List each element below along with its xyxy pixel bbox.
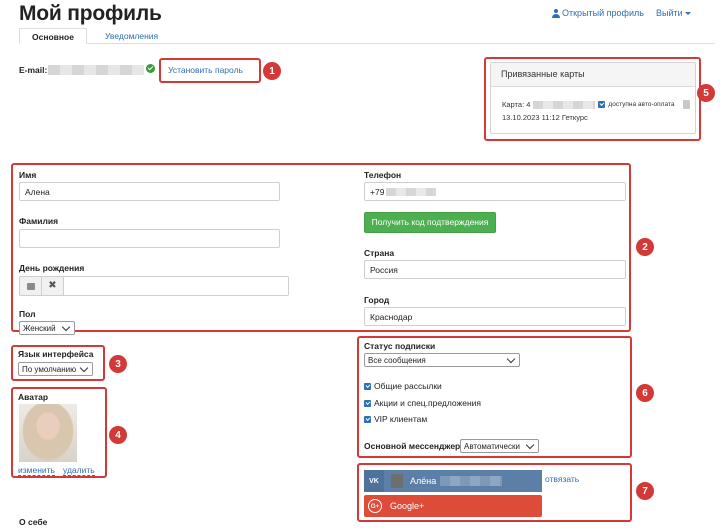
checkbox-icon[interactable] xyxy=(364,399,371,407)
chevron-down-icon xyxy=(525,440,535,449)
logout-label: Выйти xyxy=(656,8,683,18)
vk-name-redacted xyxy=(440,476,503,486)
subscription-option-label: Акции и спец.предложения xyxy=(374,398,482,408)
set-password-link[interactable]: Установить пароль xyxy=(168,65,243,75)
subscription-option-label: VIP клиентам xyxy=(374,414,428,424)
subscription-label: Статус подписки xyxy=(364,341,436,351)
tab-main[interactable]: Основное xyxy=(19,28,87,44)
avatar-image xyxy=(19,404,77,462)
subscription-option[interactable]: Акции и спец.предложения xyxy=(364,398,481,408)
tab-notifications[interactable]: Уведомления xyxy=(93,28,170,44)
name-input[interactable]: Алена xyxy=(19,182,280,201)
chevron-down-icon xyxy=(79,363,89,372)
avatar-change-link[interactable]: изменить xyxy=(18,465,55,476)
google-plus-button[interactable]: G+ Google+ xyxy=(364,495,542,517)
city-input[interactable]: Краснодар xyxy=(364,307,626,326)
unlink-vk-link[interactable]: отвязать xyxy=(545,474,579,484)
interface-language-select[interactable]: По умолчанию xyxy=(18,362,93,376)
messenger-select[interactable]: Автоматически xyxy=(460,439,539,453)
phone-prefix: +79 xyxy=(370,186,385,197)
user-icon xyxy=(552,8,560,18)
google-plus-label: Google+ xyxy=(390,501,425,511)
trash-icon[interactable] xyxy=(683,100,691,109)
badge-1: 1 xyxy=(263,62,281,80)
logout-dropdown[interactable]: Выйти xyxy=(656,8,691,18)
surname-input[interactable] xyxy=(19,229,280,248)
badge-3: 3 xyxy=(109,355,127,373)
subscription-option-label: Общие рассылки xyxy=(374,381,442,391)
open-profile-label: Открытый профиль xyxy=(562,8,644,18)
autopay-checkbox[interactable] xyxy=(598,101,606,108)
phone-input[interactable]: +79 xyxy=(364,182,626,201)
surname-label: Фамилия xyxy=(19,216,59,226)
checkbox-icon[interactable] xyxy=(364,382,371,390)
subscription-select[interactable]: Все сообщения xyxy=(364,353,520,367)
subscription-option[interactable]: VIP клиентам xyxy=(364,414,427,424)
badge-7: 7 xyxy=(636,482,654,500)
vk-icon: VK xyxy=(364,470,384,492)
page-title: Мой профиль xyxy=(19,2,162,25)
card-row: Карта: 4 доступна авто-оплата xyxy=(502,100,691,109)
name-label: Имя xyxy=(19,170,37,180)
verified-check-icon xyxy=(146,64,155,73)
badge-2: 2 xyxy=(636,238,654,256)
interface-language-label: Язык интерфейса xyxy=(18,349,94,359)
get-code-button[interactable]: Получить код подтверждения xyxy=(364,212,496,233)
clear-date-button[interactable]: ✖ xyxy=(41,276,64,296)
birthday-label: День рождения xyxy=(19,263,85,273)
google-plus-icon: G+ xyxy=(368,499,382,513)
city-label: Город xyxy=(364,295,390,305)
card-date: 13.10.2023 11:12 Геткурс xyxy=(502,113,588,122)
birthday-input[interactable] xyxy=(63,276,289,296)
country-label: Страна xyxy=(364,248,395,258)
vk-avatar xyxy=(391,474,403,488)
avatar-label: Аватар xyxy=(18,392,49,402)
messenger-label: Основной мессенджер xyxy=(364,441,461,451)
gender-value: Женский xyxy=(23,323,56,333)
email-value-redacted xyxy=(48,65,144,75)
phone-label: Телефон xyxy=(364,170,402,180)
badge-6: 6 xyxy=(636,384,654,402)
phone-redacted xyxy=(386,187,437,196)
vk-name: Алёна xyxy=(410,476,437,486)
linked-cards-title: Привязанные карты xyxy=(491,63,695,87)
chevron-down-icon xyxy=(61,322,71,331)
vk-account-button[interactable]: VK Алёна xyxy=(364,470,542,492)
country-input[interactable]: Россия xyxy=(364,260,626,279)
open-profile-link[interactable]: Открытый профиль xyxy=(552,8,644,18)
card-number-redacted xyxy=(533,100,596,109)
badge-4: 4 xyxy=(109,426,127,444)
subscription-option[interactable]: Общие рассылки xyxy=(364,381,442,391)
calendar-button[interactable] xyxy=(19,276,42,296)
calendar-icon xyxy=(27,283,35,290)
caret-down-icon xyxy=(684,11,691,15)
gender-select[interactable]: Женский xyxy=(19,321,75,335)
badge-5: 5 xyxy=(697,84,715,102)
card-number-prefix: Карта: 4 xyxy=(502,100,531,109)
subscription-value: Все сообщения xyxy=(368,355,426,365)
interface-language-value: По умолчанию xyxy=(22,364,77,374)
email-label: E-mail: xyxy=(19,65,48,75)
chevron-down-icon xyxy=(506,354,516,363)
about-label: О себе xyxy=(19,517,48,527)
gender-label: Пол xyxy=(19,309,36,319)
avatar-delete-link[interactable]: удалить xyxy=(63,465,95,476)
autopay-label: доступна авто-оплата xyxy=(608,101,675,108)
messenger-value: Автоматически xyxy=(464,441,520,451)
checkbox-icon[interactable] xyxy=(364,415,371,423)
